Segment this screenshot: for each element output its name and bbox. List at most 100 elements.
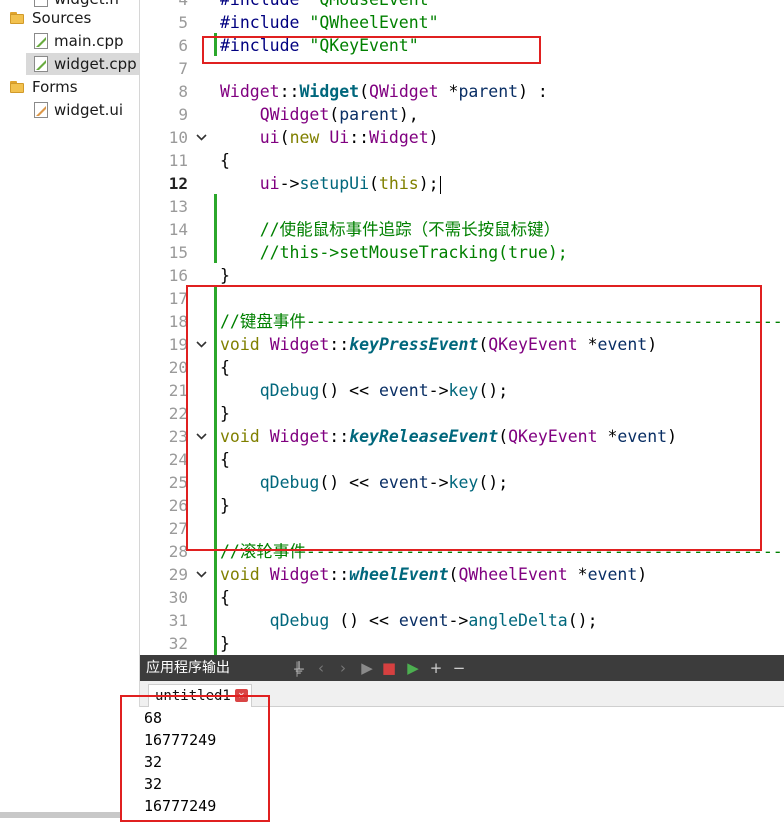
debug-run-icon[interactable]: ▶ xyxy=(404,655,422,681)
output-toolbar: 应用程序输出 | ⏚ ‹ › ▶ ■ ▶ + − xyxy=(140,655,784,681)
stop-icon[interactable]: ■ xyxy=(380,655,398,681)
code-line[interactable]: QWidget(parent), xyxy=(220,103,419,126)
folder-icon xyxy=(10,12,24,24)
tree-item-main-cpp[interactable]: main.cpp xyxy=(0,30,140,52)
line-number: 17 xyxy=(168,289,188,308)
next-icon[interactable]: › xyxy=(334,655,352,681)
code-line[interactable]: //使能鼠标事件追踪（不需长按鼠标键） xyxy=(220,218,560,241)
tree-item-forms[interactable]: Forms xyxy=(0,76,140,98)
code-token: ( xyxy=(279,128,290,147)
code-token: ), xyxy=(398,105,419,124)
line-number: 23 xyxy=(168,427,188,446)
code-token: :: xyxy=(329,565,350,584)
code-line[interactable]: { xyxy=(220,586,230,609)
code-token: #include xyxy=(220,13,310,32)
code-token: //this->setMouseTracking(true); xyxy=(259,243,568,262)
code-line[interactable]: //this->setMouseTracking(true); xyxy=(220,241,568,264)
code-token: wheelEvent xyxy=(349,565,449,584)
header-file-icon xyxy=(34,0,48,7)
code-token: Widget xyxy=(220,82,280,101)
code-token: :: xyxy=(279,82,300,101)
code-token: void xyxy=(220,565,260,584)
cpp-file-icon xyxy=(34,56,48,72)
fold-chevron-icon[interactable] xyxy=(196,126,208,149)
fold-chevron-icon[interactable] xyxy=(196,563,208,586)
code-token: ( xyxy=(448,565,459,584)
line-number: 4 xyxy=(140,0,188,11)
zoom-out-icon[interactable]: − xyxy=(450,655,468,681)
code-token: () << xyxy=(329,611,399,630)
code-token: Ui xyxy=(329,128,350,147)
line-number: 22 xyxy=(168,404,188,423)
code-line[interactable]: qDebug () << event->angleDelta(); xyxy=(220,609,598,632)
horizontal-scrollbar[interactable] xyxy=(0,812,120,818)
code-token: angleDelta xyxy=(468,611,568,630)
code-token: ) xyxy=(428,128,439,147)
line-number: 24 xyxy=(168,450,188,469)
annotation-box-output xyxy=(120,695,270,822)
code-token: QWidget xyxy=(259,105,330,124)
code-token: event xyxy=(587,565,638,584)
code-token: } xyxy=(220,634,230,653)
tree-item-widget-ui[interactable]: widget.ui xyxy=(0,99,140,121)
code-token: ); xyxy=(418,174,439,193)
run-icon[interactable]: ▶ xyxy=(358,655,376,681)
code-token: event xyxy=(398,611,449,630)
line-number: 7 xyxy=(178,59,188,78)
code-line[interactable]: { xyxy=(220,149,230,172)
diff-marker xyxy=(214,194,217,263)
code-token: -> xyxy=(448,611,469,630)
cpp-file-icon xyxy=(34,33,48,49)
code-token: ( xyxy=(369,174,379,193)
code-line[interactable]: } xyxy=(220,632,230,655)
code-line[interactable]: #include "QWheelEvent" xyxy=(220,11,439,34)
project-tree: widget.h Sources main.cpp widget.cpp For… xyxy=(0,0,140,822)
line-number: 30 xyxy=(168,588,188,607)
line-number: 9 xyxy=(178,105,188,124)
line-number: 28 xyxy=(168,542,188,561)
code-token: ) xyxy=(637,565,648,584)
annotation-box-include xyxy=(202,36,541,64)
line-number: 16 xyxy=(168,266,188,285)
code-line[interactable]: #include "QMouseEvent" xyxy=(220,0,439,11)
line-number: 29 xyxy=(168,565,188,584)
code-token: //使能鼠标事件追踪（不需长按鼠标键） xyxy=(259,220,561,239)
code-token: ) : xyxy=(518,82,548,101)
line-number: 6 xyxy=(178,36,188,55)
code-token: parent xyxy=(339,105,399,124)
code-token: Widget xyxy=(369,128,429,147)
code-line[interactable]: Widget::Widget(QWidget *parent) : xyxy=(220,80,548,103)
line-number: 21 xyxy=(168,381,188,400)
filter-icon[interactable]: ⏚ xyxy=(290,655,308,681)
prev-icon[interactable]: ‹ xyxy=(312,655,330,681)
line-number: 12 xyxy=(168,174,188,193)
code-token: :: xyxy=(349,128,370,147)
text-cursor xyxy=(439,175,441,194)
code-token: QWheelEvent xyxy=(458,565,568,584)
tree-item-sources[interactable]: Sources xyxy=(0,7,140,29)
code-token: setupUi xyxy=(299,174,370,193)
line-number: 32 xyxy=(168,634,188,653)
line-number: 13 xyxy=(168,197,188,216)
code-token: { xyxy=(220,588,230,607)
code-line[interactable]: } xyxy=(220,264,230,287)
zoom-in-icon[interactable]: + xyxy=(427,655,445,681)
tree-item-widget-cpp[interactable]: widget.cpp xyxy=(26,53,139,75)
line-number: 14 xyxy=(168,220,188,239)
code-token: ui xyxy=(259,128,280,147)
line-number: 27 xyxy=(168,519,188,538)
code-token: ( xyxy=(329,105,340,124)
line-number: 31 xyxy=(168,611,188,630)
code-line[interactable]: ui->setupUi(this); xyxy=(220,172,441,195)
line-number: 5 xyxy=(178,13,188,32)
code-line[interactable]: ui(new Ui::Widget) xyxy=(220,126,439,149)
code-line[interactable]: void Widget::wheelEvent(QWheelEvent *eve… xyxy=(220,563,647,586)
line-number: 18 xyxy=(168,312,188,331)
line-number: 8 xyxy=(178,82,188,101)
